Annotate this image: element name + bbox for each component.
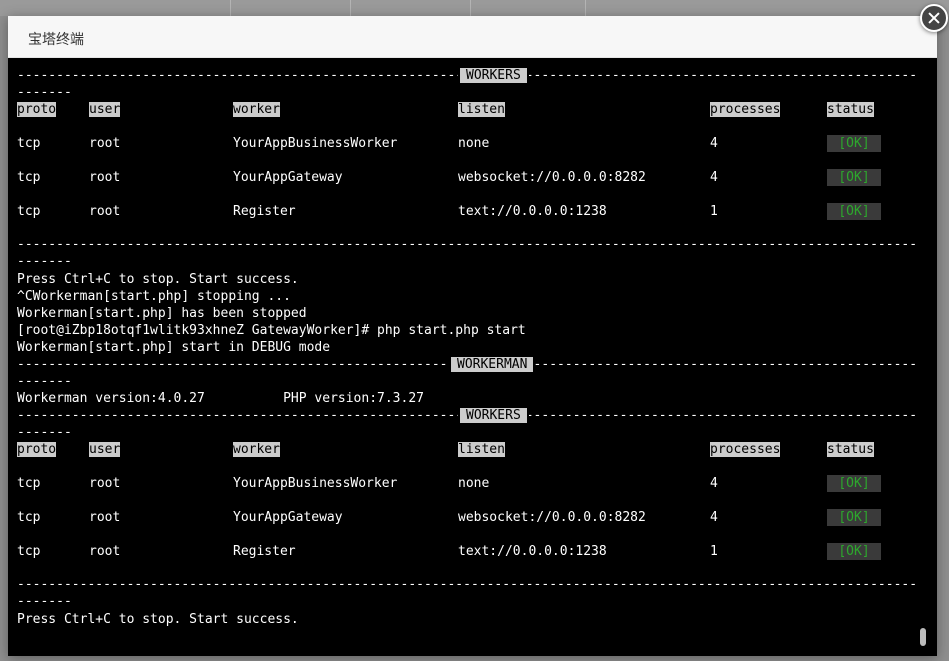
close-icon[interactable]: [920, 4, 948, 32]
table-cell: text://0.0.0.0:1238: [458, 204, 607, 219]
column-header: user: [89, 101, 121, 118]
column-header: listen: [458, 441, 505, 458]
status-ok-badge: [OK]: [827, 169, 881, 186]
column-header-text: worker: [233, 442, 280, 457]
column-header-text: listen: [458, 102, 505, 117]
column-header: processes: [710, 101, 781, 118]
section-label-text: WORKERMAN: [451, 357, 534, 372]
table-cell: websocket://0.0.0.0:8282: [458, 170, 646, 185]
status-ok-badge: [OK]: [827, 509, 881, 526]
version-line: Workerman version:4.0.27 PHP version:7.3…: [17, 391, 424, 406]
final-line: Press Ctrl+C to stop. Start success.: [17, 612, 299, 627]
column-header: worker: [233, 101, 280, 118]
status-ok-badge: [OK]: [827, 543, 881, 560]
terminal-scrollbar[interactable]: [919, 58, 927, 656]
separator-rule: ----------------------------------------…: [17, 237, 919, 252]
log-line: Workerman[start.php] start in DEBUG mode: [17, 340, 331, 355]
table-cell: 4: [710, 170, 718, 185]
scroll-thumb[interactable]: [920, 628, 926, 646]
table-cell: YourAppBusinessWorker: [233, 476, 398, 491]
log-line: [root@iZbp18otqf1wlitk93xhneZ GatewayWor…: [17, 323, 526, 338]
table-cell: none: [458, 136, 490, 151]
column-header-text: status: [827, 442, 874, 457]
column-header-text: proto: [17, 102, 57, 117]
terminal-dialog: 宝塔终端 -----------------------------------…: [8, 16, 937, 656]
column-header: status: [827, 101, 874, 118]
column-header: proto: [17, 101, 57, 118]
section-label-text: WORKERS: [460, 408, 527, 423]
table-cell: YourAppBusinessWorker: [233, 136, 398, 151]
log-line: Workerman[start.php] has been stopped: [17, 306, 307, 321]
dialog-title: 宝塔终端: [28, 31, 84, 47]
table-cell: tcp: [17, 476, 41, 491]
column-header: status: [827, 441, 874, 458]
table-cell: tcp: [17, 136, 41, 151]
column-header-text: worker: [233, 102, 280, 117]
section-label: WORKERS: [458, 407, 529, 424]
separator-tail: -------: [17, 374, 72, 389]
table-cell: root: [89, 204, 121, 219]
status-ok-badge: [OK]: [827, 135, 881, 152]
column-header: listen: [458, 101, 505, 118]
section-label: WORKERMAN: [449, 356, 536, 373]
column-header: user: [89, 441, 121, 458]
separator-tail: -------: [17, 425, 72, 440]
status-ok-badge: [OK]: [827, 203, 881, 220]
separator-tail: -------: [17, 594, 72, 609]
table-cell: tcp: [17, 544, 41, 559]
column-header-text: status: [827, 102, 874, 117]
column-header: processes: [710, 441, 781, 458]
log-line: ^CWorkerman[start.php] stopping ...: [17, 289, 291, 304]
section-label-text: WORKERS: [460, 68, 527, 83]
column-header-text: processes: [710, 442, 781, 457]
table-cell: YourAppGateway: [233, 170, 343, 185]
background-table-strip: [0, 0, 949, 16]
table-cell: YourAppGateway: [233, 510, 343, 525]
column-header-text: user: [89, 442, 121, 457]
table-cell: root: [89, 136, 121, 151]
table-cell: 4: [710, 476, 718, 491]
section-label: WORKERS: [458, 67, 529, 84]
table-cell: tcp: [17, 510, 41, 525]
terminal-output[interactable]: ----------------------------------------…: [8, 58, 937, 656]
table-cell: 1: [710, 544, 718, 559]
column-header: worker: [233, 441, 280, 458]
status-ok-badge: [OK]: [827, 475, 881, 492]
column-header-text: proto: [17, 442, 57, 457]
table-cell: websocket://0.0.0.0:8282: [458, 510, 646, 525]
table-cell: 1: [710, 204, 718, 219]
separator-tail: -------: [17, 85, 72, 100]
table-cell: Register: [233, 544, 296, 559]
table-cell: tcp: [17, 204, 41, 219]
log-line: Press Ctrl+C to stop. Start success.: [17, 272, 299, 287]
dialog-header: 宝塔终端: [8, 16, 937, 58]
table-cell: Register: [233, 204, 296, 219]
column-header-text: user: [89, 102, 121, 117]
separator-tail: -------: [17, 254, 72, 269]
separator-rule: ----------------------------------------…: [17, 577, 919, 592]
column-header: proto: [17, 441, 57, 458]
table-cell: root: [89, 510, 121, 525]
table-cell: root: [89, 170, 121, 185]
table-cell: 4: [710, 136, 718, 151]
table-cell: root: [89, 544, 121, 559]
column-header-text: listen: [458, 442, 505, 457]
table-cell: none: [458, 476, 490, 491]
table-cell: root: [89, 476, 121, 491]
table-cell: 4: [710, 510, 718, 525]
table-cell: tcp: [17, 170, 41, 185]
column-header-text: processes: [710, 102, 781, 117]
table-cell: text://0.0.0.0:1238: [458, 544, 607, 559]
